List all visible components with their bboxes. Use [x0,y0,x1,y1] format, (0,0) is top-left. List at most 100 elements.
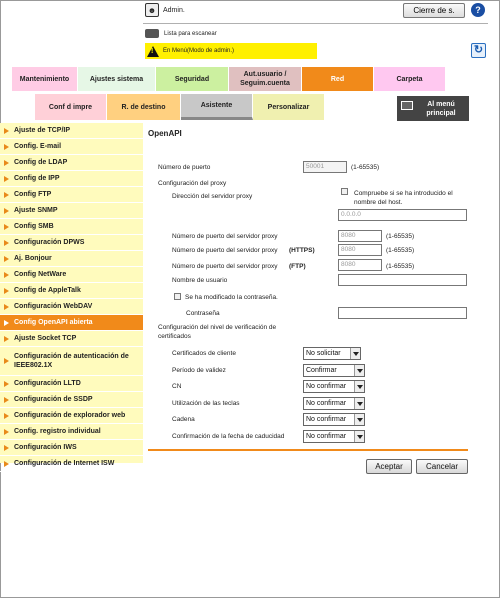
subtab-0[interactable]: Conf d impre [35,94,107,120]
tab-5[interactable]: Carpeta [374,67,446,91]
password-label: Contraseña [186,310,220,317]
help-icon[interactable]: ? [471,3,485,17]
host-check-label: Compruebe si se ha introducido el nombre… [354,190,453,206]
sidebar-item[interactable]: Configuración de Internet ISW [0,456,143,472]
sidebar-item[interactable]: Configuración de autenticación de IEEE80… [0,347,143,376]
tab-4[interactable]: Red [302,67,374,91]
proxy-port-input[interactable]: 8080 [338,230,382,242]
proxy-port-https-input[interactable]: 8080 [338,244,382,256]
sidebar-item[interactable]: Ajuste de TCP/IP [0,123,143,139]
arrow-right-icon [4,271,9,278]
cert-row-select[interactable]: No confirmar [303,380,365,393]
arrow-right-icon [4,127,9,134]
cert-row-label: Período de validez [172,367,226,374]
arrow-right-icon [4,444,9,451]
sidebar-item[interactable]: Config SMB [0,219,143,235]
cert-row-select[interactable]: No confirmar [303,397,365,410]
port-range: (1-65535) [351,164,380,171]
sidebar-item-label: Aj. Bonjour [14,255,52,262]
cert-row-select[interactable]: No confirmar [303,430,365,443]
sidebar-item[interactable]: Config FTP [0,187,143,203]
user-icon: ☻ [145,3,159,17]
select-value: No confirmar [306,400,347,407]
sidebar-item-label: Config. registro individual [14,428,101,435]
password-changed-checkbox[interactable] [174,293,181,300]
cert-row-label: Cadena [172,416,195,423]
tab-1[interactable]: Ajustes sistema [78,67,156,91]
sidebar-item-label: Configuración DPWS [14,239,85,246]
sidebar-item[interactable]: Aj. Bonjour [0,251,143,267]
arrow-right-icon [4,335,9,342]
sidebar-item[interactable]: Configuración IWS [0,440,143,456]
tab-2[interactable]: Seguridad [156,67,229,91]
main-menu-button[interactable]: Al menú principal [397,96,469,121]
sidebar-item-label: Config. E-mail [14,143,62,150]
password-changed-label: Se ha modificado la contraseña. [185,294,278,301]
sidebar-item[interactable]: Ajuste SNMP [0,203,143,219]
sidebar-item-label: Config de AppleTalk [14,287,81,294]
select-value: No confirmar [306,416,347,423]
chevron-down-icon [354,414,364,425]
sidebar-item[interactable]: Configuración DPWS [0,235,143,251]
proxy-port-ftp-label: Número de puerto del servidor proxy [172,263,278,270]
sidebar-item[interactable]: Config NetWare [0,267,143,283]
tab-3[interactable]: Aut.usuario / Seguim.cuenta [229,67,302,91]
proxy-address-input[interactable]: 0.0.0.0 [338,209,467,221]
refresh-icon[interactable]: ↻ [471,43,486,58]
proxy-port-ftp-range: (1-65535) [386,263,415,270]
cert-row-label: Utilización de las teclas [172,400,240,407]
subtab-2[interactable]: Asistente [181,94,253,120]
arrow-right-icon [4,143,9,150]
arrow-right-icon [4,207,9,214]
sidebar-item[interactable]: Config de AppleTalk [0,283,143,299]
sidebar-item[interactable]: Configuración WebDAV [0,299,143,315]
password-input[interactable] [338,307,467,319]
arrow-right-icon [4,380,9,387]
proxy-port-range: (1-65535) [386,233,415,240]
arrow-right-icon [4,239,9,246]
cancel-button[interactable]: Cancelar [416,459,468,474]
sidebar-item[interactable]: Config OpenAPI abierta [0,315,143,331]
subtab-3[interactable]: Personalizar [253,94,325,120]
tab-0[interactable]: Mantenimiento [12,67,78,91]
sidebar-item-label: Configuración LLTD [14,380,81,387]
arrow-right-icon [4,396,9,403]
accept-button[interactable]: Aceptar [366,459,412,474]
chevron-down-icon [354,398,364,409]
mode-indicator: ! En Menú(Modo de admin.) [145,43,317,59]
host-check-checkbox[interactable] [341,188,348,195]
cert-row-select[interactable]: No solicitar [303,347,361,360]
sidebar: Ajuste de TCP/IP Config. E-mail Config de … [0,123,143,472]
sidebar-item[interactable]: Config. registro individual [0,424,143,440]
sidebar-item[interactable]: Configuración LLTD [0,376,143,392]
proxy-port-https-range: (1-65535) [386,247,415,254]
chevron-down-icon [354,365,364,376]
ftp-tag: (FTP) [289,263,306,270]
header: ☻ Admin. Cierre de s. ? Lista para escan… [0,0,500,123]
proxy-port-ftp-input[interactable]: 8080 [338,259,382,271]
sidebar-item[interactable]: Config de LDAP [0,155,143,171]
cert-row-select[interactable]: No confirmar [303,413,365,426]
select-value: Confirmar [306,367,337,374]
sidebar-item[interactable]: Config de IPP [0,171,143,187]
user-info: ☻ Admin. [145,3,185,17]
logout-button[interactable]: Cierre de s. [403,3,465,18]
cert-row-select[interactable]: Confirmar [303,364,365,377]
sidebar-item[interactable]: Configuración de explorador web [0,408,143,424]
sidebar-item-label: Ajuste Socket TCP [14,335,77,342]
select-value: No solicitar [306,350,341,357]
sidebar-item[interactable]: Configuración de SSDP [0,392,143,408]
arrow-right-icon [4,175,9,182]
port-input[interactable]: 50001 [303,161,347,173]
sidebar-item-label: Configuración de SSDP [14,396,93,403]
scan-list[interactable]: Lista para escanear [145,29,217,38]
select-value: No confirmar [306,433,347,440]
subtab-1[interactable]: R. de destino [107,94,181,120]
sidebar-item[interactable]: Config. E-mail [0,139,143,155]
arrow-right-icon [4,412,9,419]
sidebar-item-label: Configuración de autenticación de IEEE80… [14,353,129,369]
port-label: Número de puerto [158,164,211,171]
username-input[interactable] [338,274,467,286]
verify-section-label: Configuración del nivel de verificación … [158,324,277,340]
sidebar-item[interactable]: Ajuste Socket TCP [0,331,143,347]
